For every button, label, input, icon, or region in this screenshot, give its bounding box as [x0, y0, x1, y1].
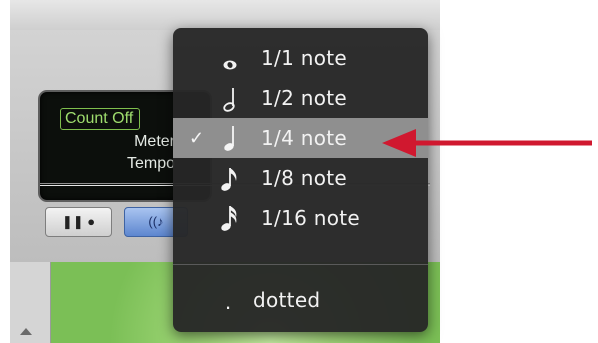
quarter-note-icon — [224, 126, 234, 151]
whole-note-icon — [223, 60, 237, 70]
note-value-menu: 1/1 note 1/2 note ✓ 1/4 note 1/8 note 1/… — [173, 28, 428, 332]
tempo-label[interactable]: Tempo — [40, 154, 175, 174]
menu-item-sixteenth-note[interactable]: 1/16 note — [173, 198, 428, 238]
record-icon: ● — [87, 214, 96, 229]
pause-icon: ❚❚ — [61, 214, 84, 229]
menu-item-eighth-note[interactable]: 1/8 note — [173, 158, 428, 198]
menu-item-label: 1/2 note — [261, 86, 348, 110]
meter-label[interactable]: Meter — [40, 132, 175, 152]
menu-item-half-note[interactable]: 1/2 note — [173, 78, 428, 118]
menu-item-label: 1/4 note — [261, 126, 348, 150]
menu-item-label: 1/16 note — [261, 206, 361, 230]
metronome-icon: ((♪ — [148, 214, 164, 229]
menu-item-whole-note[interactable]: 1/1 note — [173, 38, 428, 78]
menu-item-label: dotted — [253, 288, 321, 312]
title-bar — [10, 0, 440, 31]
pause-record-button[interactable]: ❚❚ ● — [45, 207, 112, 237]
eighth-note-icon — [221, 168, 237, 191]
sixteenth-note-icon — [221, 206, 237, 231]
count-off-toggle[interactable]: Count Off — [60, 108, 141, 130]
menu-separator — [173, 264, 428, 265]
red-arrow-icon — [382, 129, 592, 157]
menu-item-label: 1/8 note — [261, 166, 348, 190]
menu-item-dotted[interactable]: . dotted — [173, 280, 428, 320]
checkmark-icon: ✓ — [189, 128, 205, 148]
dot-icon: . — [225, 289, 232, 314]
menu-item-label: 1/1 note — [261, 46, 348, 70]
scroll-up-arrow-icon[interactable] — [20, 328, 32, 335]
half-note-icon — [223, 88, 235, 112]
